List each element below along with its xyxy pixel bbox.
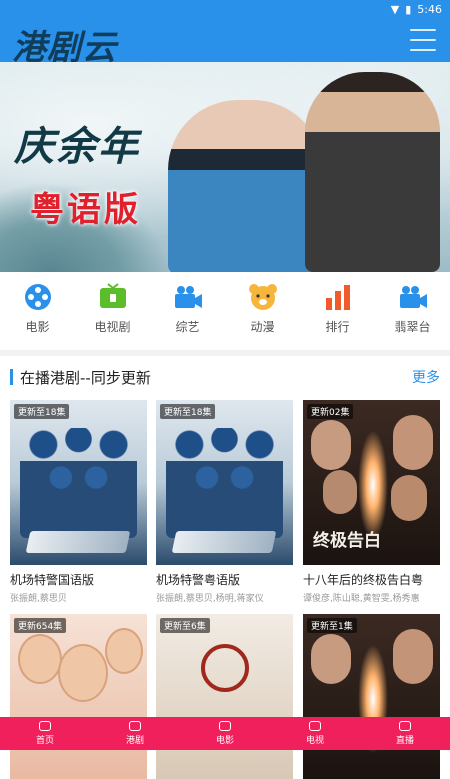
tab-label: 电视	[305, 736, 324, 746]
category-label: 翡翠台	[394, 320, 431, 334]
wifi-icon: ▼	[390, 2, 400, 16]
tab-label: 港剧	[125, 736, 144, 746]
category-ranking[interactable]: 排行	[300, 282, 375, 342]
drama-poster[interactable]: 更新至1集	[303, 614, 440, 779]
video-camera-icon	[399, 286, 427, 308]
drama-card[interactable]: 更新654集	[10, 614, 147, 779]
drama-poster[interactable]: 更新至18集	[156, 400, 293, 565]
poster-face	[58, 644, 108, 702]
live-icon	[399, 721, 411, 731]
category-movie[interactable]: 电影	[0, 282, 75, 342]
poster-face	[18, 634, 62, 684]
poster-light	[358, 430, 388, 540]
section-header: 在播港剧--同步更新 更多	[10, 366, 440, 388]
tab-tv[interactable]: 电视	[270, 717, 360, 750]
hamburger-line	[410, 39, 436, 41]
film-reel-icon	[24, 284, 51, 310]
tab-label: 直播	[395, 736, 414, 746]
video-camera-icon	[174, 286, 202, 308]
battery-icon: ▮	[405, 2, 412, 16]
poster-art	[303, 614, 440, 779]
section-divider	[0, 350, 450, 356]
section-title: 在播港剧--同步更新	[20, 369, 151, 387]
poster-face	[311, 420, 351, 470]
category-label: 电视剧	[94, 320, 131, 334]
tab-label: 首页	[35, 736, 54, 746]
category-label: 综艺	[175, 320, 200, 334]
poster-title: 终极告白	[313, 531, 381, 551]
drama-poster[interactable]: 更新654集	[10, 614, 147, 779]
episode-badge: 更新至18集	[14, 404, 70, 419]
tv-icon	[99, 283, 126, 308]
drama-title[interactable]: 机场特警国语版	[10, 571, 147, 588]
drama-title[interactable]: 机场特警粤语版	[156, 571, 293, 588]
status-time: 5:46	[417, 2, 442, 16]
drama-cast: 张振朗,蔡思贝,杨明,蒋家仪	[156, 594, 264, 604]
episode-badge: 更新654集	[14, 618, 67, 633]
banner-title: 庆余年	[14, 123, 140, 170]
tab-label: 电影	[215, 736, 234, 746]
banner-actor-1	[168, 100, 323, 272]
drama-poster[interactable]: 更新至6集	[156, 614, 293, 779]
poster-face	[311, 634, 351, 684]
app-header: 港剧云	[0, 18, 450, 68]
drama-card[interactable]: 更新至1集	[303, 614, 440, 779]
poster-face	[393, 629, 433, 684]
category-label: 排行	[325, 320, 350, 334]
drama-card[interactable]: 更新至6集	[156, 614, 293, 779]
poster-face	[393, 415, 433, 470]
poster-art	[166, 428, 283, 538]
drama-card[interactable]: 终极告白 更新02集 十八年后的终极告白粤 谭俊彦,陈山聪,黄智雯,杨秀惠	[303, 400, 440, 604]
drama-poster[interactable]: 终极告白 更新02集	[303, 400, 440, 565]
poster-seal	[201, 644, 249, 692]
section-accent-bar	[10, 369, 13, 385]
home-icon	[39, 721, 51, 731]
poster-logo	[171, 531, 277, 553]
category-jade[interactable]: 翡翠台	[375, 282, 450, 342]
episode-badge: 更新至18集	[160, 404, 216, 419]
drama-cast: 谭俊彦,陈山聪,黄智雯,杨秀惠	[303, 594, 420, 604]
drama-cast: 张振朗,蔡思贝	[10, 594, 67, 604]
tab-movie[interactable]: 电影	[180, 717, 270, 750]
bear-face-icon	[248, 284, 277, 310]
drama-title[interactable]: 十八年后的终极告白粤	[303, 571, 440, 588]
banner-subtitle: 粤语版	[30, 190, 141, 230]
poster-art	[20, 428, 137, 538]
category-anime[interactable]: 动漫	[225, 282, 300, 342]
drama-card[interactable]: 更新至18集 机场特警国语版 张振朗,蔡思贝	[10, 400, 147, 604]
hamburger-line	[410, 49, 436, 51]
movie-icon	[219, 721, 231, 731]
bottom-tab-bar: 首页 港剧 电影 电视 直播	[0, 717, 450, 750]
menu-button[interactable]	[410, 29, 436, 51]
category-tv-series[interactable]: 电视剧	[75, 282, 150, 342]
tv-icon	[309, 721, 321, 731]
poster-face	[105, 628, 143, 674]
bar-chart-icon	[325, 285, 350, 310]
tab-live[interactable]: 直播	[360, 717, 450, 750]
episode-badge: 更新02集	[307, 404, 354, 419]
poster-face	[323, 470, 357, 514]
episode-badge: 更新至6集	[160, 618, 210, 633]
status-bar: ▼ ▮ 5:46	[0, 0, 450, 18]
episode-badge: 更新至1集	[307, 618, 357, 633]
banner-actor-2	[305, 72, 440, 272]
hero-banner[interactable]: 庆余年 粤语版	[0, 62, 450, 272]
drama-icon	[129, 721, 141, 731]
poster-face	[391, 475, 427, 521]
drama-card[interactable]: 更新至18集 机场特警粤语版 张振朗,蔡思贝,杨明,蒋家仪	[156, 400, 293, 604]
tab-hk-drama[interactable]: 港剧	[90, 717, 180, 750]
more-link[interactable]: 更多	[412, 367, 440, 387]
drama-poster[interactable]: 更新至18集	[10, 400, 147, 565]
hamburger-line	[410, 29, 436, 31]
tab-home[interactable]: 首页	[0, 717, 90, 750]
category-row: 电影 电视剧 综艺 动漫 排行 翡翠台	[0, 282, 450, 342]
category-label: 动漫	[250, 320, 275, 334]
category-label: 电影	[25, 320, 50, 334]
poster-logo	[25, 531, 131, 553]
category-variety[interactable]: 综艺	[150, 282, 225, 342]
